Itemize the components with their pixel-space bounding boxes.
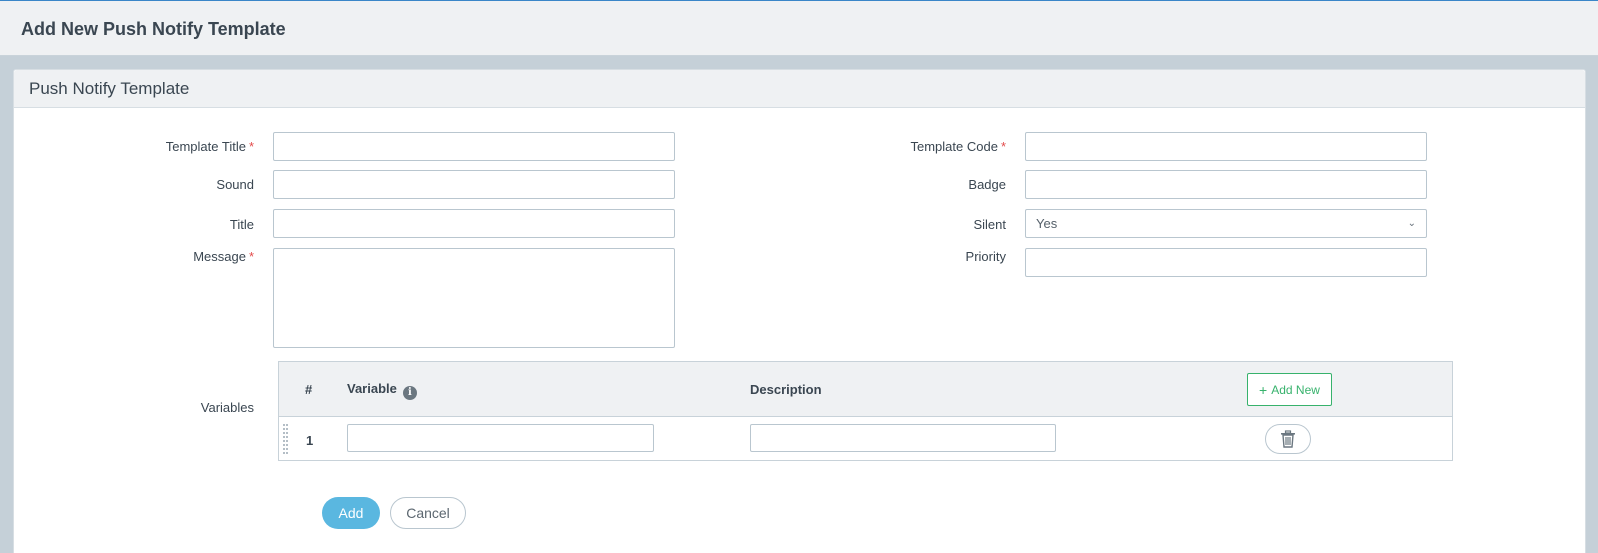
- template-title-label: Template Title *: [165, 139, 254, 154]
- add-button[interactable]: Add: [322, 497, 380, 529]
- add-new-label: Add New: [1271, 382, 1320, 397]
- description-input[interactable]: [750, 424, 1056, 452]
- column-variable: Variable i: [347, 381, 417, 400]
- title-label: Title: [229, 217, 254, 232]
- silent-label: Silent: [973, 217, 1006, 232]
- page-title: Add New Push Notify Template: [21, 19, 286, 39]
- silent-select[interactable]: Yes ⌄: [1025, 209, 1427, 238]
- panel-title: Push Notify Template: [29, 79, 190, 98]
- page-header: Add New Push Notify Template: [0, 0, 1598, 56]
- template-form-panel: Push Notify Template Template Title * Sou…: [13, 69, 1586, 553]
- variables-table-header: # Variable i Description + Add New: [279, 362, 1452, 417]
- variables-table: # Variable i Description + Add New 1: [278, 361, 1453, 461]
- badge-label: Badge: [968, 177, 1006, 192]
- message-label: Message *: [193, 249, 254, 264]
- priority-label: Priority: [965, 249, 1006, 264]
- trash-icon: [1281, 430, 1295, 448]
- variables-label: Variables: [200, 400, 254, 415]
- sound-label: Sound: [216, 177, 254, 192]
- panel-header: Push Notify Template: [14, 70, 1585, 108]
- template-title-input[interactable]: [273, 132, 675, 161]
- message-textarea-wrap: [273, 248, 675, 348]
- row-number: 1: [306, 433, 314, 448]
- template-code-input[interactable]: [1025, 132, 1427, 161]
- badge-input[interactable]: [1025, 170, 1427, 199]
- chevron-down-icon: ⌄: [1407, 218, 1416, 229]
- delete-row-button[interactable]: [1265, 424, 1311, 454]
- add-new-variable-button[interactable]: + Add New: [1247, 373, 1332, 406]
- column-number: #: [305, 382, 313, 397]
- priority-input[interactable]: [1025, 248, 1427, 277]
- cancel-button[interactable]: Cancel: [390, 497, 466, 529]
- info-icon[interactable]: i: [402, 386, 417, 400]
- variable-input[interactable]: [347, 424, 654, 452]
- message-textarea[interactable]: [273, 248, 675, 348]
- sound-input[interactable]: [273, 170, 675, 199]
- drag-handle[interactable]: [283, 424, 288, 454]
- plus-icon: +: [1259, 381, 1268, 398]
- template-code-label: Template Code *: [910, 139, 1006, 154]
- column-description: Description: [750, 382, 822, 397]
- silent-select-value: Yes: [1036, 216, 1058, 231]
- title-input[interactable]: [273, 209, 675, 238]
